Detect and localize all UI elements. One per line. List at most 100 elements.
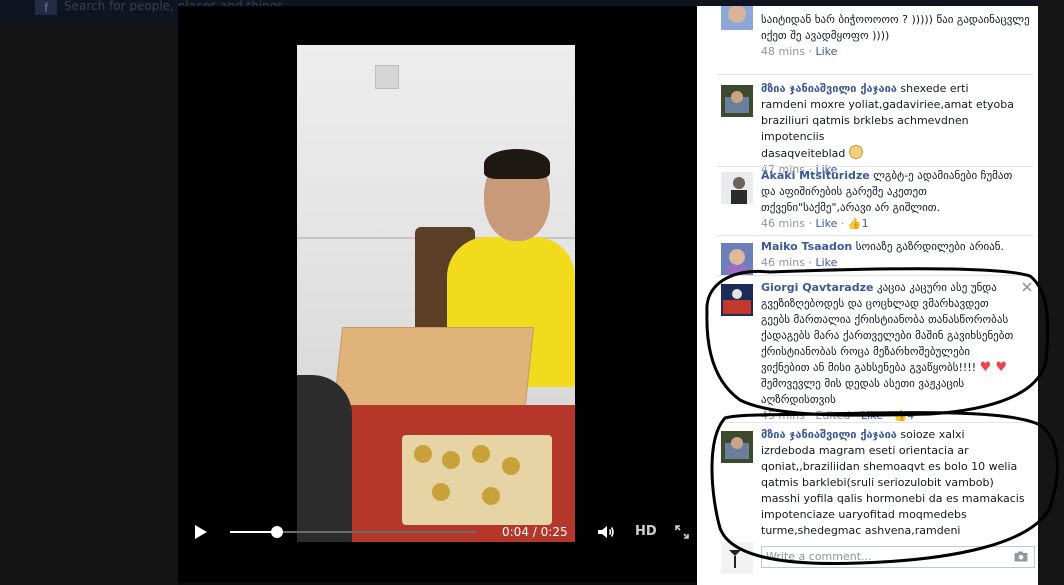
comment-text-line: ვიქნებით ან მისი გახსენება გვაწყობს!!!! [761, 361, 977, 374]
comment-divider [717, 275, 1033, 276]
camera-icon[interactable] [1014, 551, 1028, 562]
volume-icon[interactable] [597, 525, 615, 539]
thumbs-up-icon: 👍 [893, 409, 908, 422]
meta-separator: · [808, 409, 812, 422]
comment-text-line: გეებს მართალია ქრისტიანობა თანასწორობას [761, 313, 1009, 326]
avatar[interactable] [721, 284, 753, 316]
comment-author[interactable]: მზია ჯანიაშვილი ქაჯაია [761, 428, 897, 441]
comment-item: Giorgi Qavtaradze კაცია კაცური ასე უნდა … [717, 280, 1037, 422]
avatar[interactable] [721, 431, 753, 463]
like-link[interactable]: Like [815, 217, 837, 230]
comment-body: Maiko Tsaadon სოიაზე გაზრდილები არიან. 4… [761, 239, 1033, 271]
comment-meta: 46 mins · Like · 👍1 [761, 216, 1033, 232]
avatar[interactable] [721, 172, 753, 204]
comment-text-line: გვეზიზღებოდეს და ცოცხლად ვმარხავდეთ [761, 297, 989, 310]
meta-separator: · [886, 409, 890, 422]
comment-body: მზია ჯანიაშვილი ქაჯაია shexede erti ramd… [761, 81, 1033, 178]
like-link[interactable]: Like [815, 45, 837, 58]
hd-toggle[interactable]: HD [635, 524, 657, 540]
meta-separator: · [808, 217, 812, 230]
comment-text-line: თქვენი"საქმე",არავი არ გიშლით. [761, 201, 941, 214]
avatar[interactable] [721, 243, 753, 275]
comment-text-line: braziliuri qatmis brklebs achmevdnen imp… [761, 114, 969, 143]
video-stage: 0:04 / 0:25 HD [178, 6, 697, 582]
meta-separator: · [854, 409, 858, 422]
comment-text-line: შემოვევლე მის დედას ასეთი ვაჟკაცის [761, 377, 965, 390]
comment-meta: 46 mins · Like [761, 255, 1033, 271]
heart-emoji-icon: ♥ ♥ [979, 360, 1008, 375]
comment-text-line: ლგბტ-ე ადამიანები ჩუმათ [873, 169, 1013, 182]
comment-item: საიტიდან ხარ ბიჭოოოოო ? ))))) წაი გადაინ… [717, 6, 1037, 72]
comment-text-line: ariaaaaaaaaaaaaaaaan [761, 539, 1033, 542]
comment-author[interactable]: Giorgi Qavtaradze [761, 281, 873, 294]
comment-time[interactable]: 46 mins [761, 217, 805, 230]
comment-text-line: იქეთ შე ავადმყოფო )))) [761, 29, 890, 42]
meta-separator: · [808, 256, 812, 269]
comment-text-line: ქრისტიანობას როცა მეზარხოშებულები [761, 345, 970, 358]
thumbs-up-icon: 👍 [847, 217, 862, 230]
comment-item: მზია ჯანიაშვილი ქაჯაია soioze xalxi izrd… [717, 427, 1037, 542]
play-icon[interactable] [194, 524, 208, 540]
edited-label[interactable]: Edited [815, 409, 850, 422]
like-count[interactable]: 👍1 [848, 217, 869, 230]
comment-author[interactable]: Akaki Mtsituridze [761, 169, 870, 182]
comment-time[interactable]: 45 mins [761, 409, 805, 422]
chocolate [442, 451, 460, 469]
page-backdrop-left [0, 25, 178, 585]
chocolate [472, 445, 490, 463]
facebook-logo-icon[interactable]: f [35, 0, 57, 15]
comment-text-line: სოიაზე გაზრდილები არიან. [855, 240, 1004, 253]
time-total: 0:25 [540, 525, 568, 539]
fullscreen-icon[interactable] [675, 525, 689, 539]
comment-input[interactable]: Write a comment... [761, 546, 1035, 568]
meta-separator: · [808, 45, 812, 58]
time-current: 0:04 [502, 525, 529, 539]
comment-text-line: soioze xalxi [900, 428, 965, 441]
comment-item: მზია ჯანიაშვილი ქაჯაია shexede erti ramd… [717, 81, 1037, 176]
comment-text-line: ramdeni moxre yoliat,gadaviriee,amat ety… [761, 98, 1014, 111]
comment-divider [717, 235, 1033, 236]
progress-scrubber[interactable] [270, 526, 283, 538]
comment-text-line: impotenciaze uaryofitad moqmedebs [761, 508, 967, 521]
time-separator: / [532, 525, 537, 539]
page-backdrop-right [1038, 0, 1064, 585]
wall-outlet [375, 65, 399, 89]
avatar[interactable] [721, 85, 753, 117]
comment-text-line: shexede erti [900, 82, 969, 95]
comment-author[interactable]: მზია ჯანიაშვილი ქაჯაია [761, 82, 897, 95]
comment-author[interactable]: Maiko Tsaadon [761, 240, 852, 253]
comment-time[interactable]: 46 mins [761, 256, 805, 269]
comment-item: Maiko Tsaadon სოიაზე გაზრდილები არიან. 4… [717, 239, 1037, 275]
chocolate [414, 445, 432, 463]
video-frame[interactable] [297, 45, 575, 542]
like-count-value: 1 [861, 217, 869, 230]
meta-separator: · [840, 217, 845, 230]
comment-divider [717, 74, 1033, 75]
current-user-avatar[interactable] [721, 542, 753, 574]
like-link[interactable]: Like [815, 256, 837, 269]
comment-body: საიტიდან ხარ ბიჭოოოოო ? ))))) წაი გადაინ… [761, 12, 1033, 60]
comment-body: მზია ჯანიაშვილი ქაჯაია soioze xalxi izrd… [761, 427, 1033, 542]
comment-text-line: qoniat,,braziliidan shemoaqvt es bolo 10… [761, 460, 1018, 473]
comment-body: Giorgi Qavtaradze კაცია კაცური ასე უნდა … [761, 280, 1033, 424]
smile-emoji-icon [848, 145, 863, 159]
comment-text-line: dasaqveiteblad [761, 147, 846, 160]
comment-divider [717, 422, 1033, 423]
comment-text-line: აღზრდისთვის [761, 393, 836, 406]
comment-text-line: საიტიდან ხარ ბიჭოოოოო ? ))))) წაი გადაინ… [761, 13, 1030, 26]
comment-input-placeholder[interactable]: Write a comment... [766, 549, 872, 565]
comments-panel: საიტიდან ხარ ბიჭოოოოო ? ))))) წაი გადაინ… [697, 6, 1038, 585]
comment-time[interactable]: 48 mins [761, 45, 805, 58]
time-display: 0:04 / 0:25 [502, 524, 568, 540]
comment-text-line: masshi yofila qalis hormonebi da es mama… [761, 492, 1025, 505]
comment-text-line: qatmis barklebi(sruli seriozulobit vambo… [761, 476, 994, 489]
comment-text-line: izrdeboda magram eseti orientacia ar [761, 444, 969, 457]
like-count[interactable]: 👍4 [893, 409, 914, 422]
avatar[interactable] [721, 6, 753, 30]
boy-hair [484, 149, 550, 179]
close-icon[interactable] [1022, 282, 1032, 292]
comment-text-line: და აფიშირების გარეშე აკეთეთ [761, 185, 927, 198]
like-link[interactable]: Like [861, 409, 883, 422]
comment-text-line: ქადაგებს მარა ქართველები მაშინ გავიხსენე… [761, 329, 1014, 342]
comment-item: Akaki Mtsituridze ლგბტ-ე ადამიანები ჩუმა… [717, 168, 1037, 234]
